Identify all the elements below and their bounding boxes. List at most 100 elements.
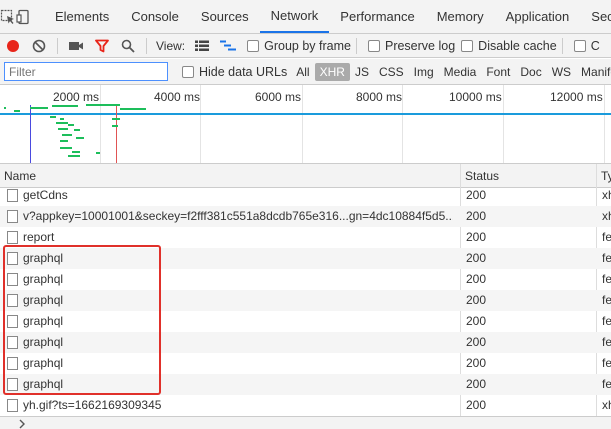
request-status: 200 [466,272,487,286]
tab-application[interactable]: Application [495,0,581,33]
offline-checkbox[interactable] [573,39,586,52]
overview-dom-content-line [0,113,611,115]
filter-bar: Hide data URLs All XHR JS CSS Img Media … [0,59,611,85]
overview-gridline [402,85,403,163]
request-status: 200 [466,293,487,307]
group-by-frame-toggle[interactable]: Group by frame [241,39,351,53]
request-type: xh [602,398,611,412]
filter-type-img[interactable]: Img [409,63,439,81]
offline-toggle[interactable]: C [568,39,600,53]
filter-input[interactable] [4,62,168,81]
request-status: 200 [466,377,487,391]
clear-button[interactable] [26,34,52,57]
preserve-log-toggle[interactable]: Preserve log [362,39,455,53]
request-type: fe [602,377,611,391]
waterfall-bar [4,107,6,109]
filter-type-all[interactable]: All [291,63,314,81]
chevron-right-icon [19,419,25,429]
drawer-bottom-bar [0,416,611,429]
request-type: fe [602,251,611,265]
waterfall-bar [14,110,20,112]
tab-performance[interactable]: Performance [329,0,425,33]
tab-memory[interactable]: Memory [426,0,495,33]
file-icon [7,399,18,412]
preserve-log-label: Preserve log [384,38,456,53]
overview-marker-blue [30,105,31,163]
search-button[interactable] [115,34,141,57]
filter-type-manifest[interactable]: Manifest [576,63,611,81]
group-by-frame-label: Group by frame [264,38,351,53]
waterfall-overview-toggle[interactable] [215,34,241,57]
tab-network[interactable]: Network [259,0,330,33]
disable-cache-toggle[interactable]: Disable cache [455,39,557,53]
overview-tick-label: 10000 ms [449,90,502,104]
request-type: fe [602,230,611,244]
request-name[interactable]: yh.gif?ts=1662169309345 [23,395,453,416]
overview-tick-label: 2000 ms [53,90,100,104]
request-type: fe [602,272,611,286]
preserve-log-checkbox[interactable] [367,39,380,52]
filter-type-js[interactable]: JS [350,63,374,81]
overview-tick-label: 12000 ms [550,90,603,104]
filter-type-xhr[interactable]: XHR [314,62,350,81]
waterfall-bar [58,128,68,130]
file-icon [7,189,18,202]
request-name[interactable]: getCdns [23,185,453,206]
toolbar-separator [561,37,563,54]
waterfall-bar [96,152,100,154]
filter-type-css[interactable]: CSS [374,63,409,81]
request-status: 200 [466,356,487,370]
device-toolbar-icon[interactable] [16,0,32,33]
filter-toggle-button[interactable] [89,34,115,57]
search-icon [121,39,135,53]
waterfall-bar [68,124,74,126]
group-by-frame-checkbox[interactable] [247,39,260,52]
disable-cache-label: Disable cache [478,38,557,53]
waterfall-bar [62,134,72,136]
table-row[interactable]: getCdns 200 xh [0,185,611,206]
waterfall-bar [56,122,68,124]
table-row[interactable]: v?appkey=10001001&seckey=f2fff381c551a8d… [0,206,611,227]
filter-type-ws[interactable]: WS [547,63,576,81]
request-status: 200 [466,188,487,202]
request-type: fe [602,356,611,370]
filter-type-font[interactable]: Font [481,63,515,81]
large-rows-toggle[interactable] [189,34,215,57]
list-view-icon [195,40,210,51]
hide-data-urls-checkbox[interactable] [182,65,194,78]
tab-elements[interactable]: Elements [44,0,120,33]
waterfall-bar [86,104,120,106]
inspect-element-icon[interactable] [0,0,16,33]
request-status: 200 [466,209,487,223]
network-toolbar: View: Group by frame Preserve log Disabl… [0,34,611,58]
waterfall-bar [52,105,78,107]
waterfall-icon [220,40,237,50]
overview-gridline [302,85,303,163]
overview-gridline [604,85,605,163]
record-button[interactable] [0,34,26,57]
tab-sources[interactable]: Sources [190,0,260,33]
overview-tick-label: 8000 ms [356,90,403,104]
waterfall-bar [60,147,72,149]
filter-type-media[interactable]: Media [439,63,482,81]
waterfall-bar [76,137,84,139]
tab-console[interactable]: Console [120,0,190,33]
request-name[interactable]: v?appkey=10001001&seckey=f2fff381c551a8d… [23,206,453,227]
waterfall-bar [60,118,64,120]
request-type: fe [602,314,611,328]
toolbar-separator [57,37,58,54]
table-row[interactable]: yh.gif?ts=1662169309345 200 xh [0,395,611,416]
network-overview[interactable]: 2000 ms 4000 ms 6000 ms 8000 ms 10000 ms… [0,85,611,164]
capture-screenshots-button[interactable] [63,34,89,57]
waterfall-bar [50,116,56,118]
request-status: 200 [466,230,487,244]
request-status: 200 [466,314,487,328]
disable-cache-checkbox[interactable] [461,39,474,52]
request-type: xh [602,209,611,223]
funnel-icon [95,39,109,52]
file-icon [7,231,18,244]
filter-type-doc[interactable]: Doc [515,63,546,81]
request-status: 200 [466,335,487,349]
hide-data-urls-toggle[interactable]: Hide data URLs [176,65,287,79]
tab-security[interactable]: Sec [580,0,611,33]
